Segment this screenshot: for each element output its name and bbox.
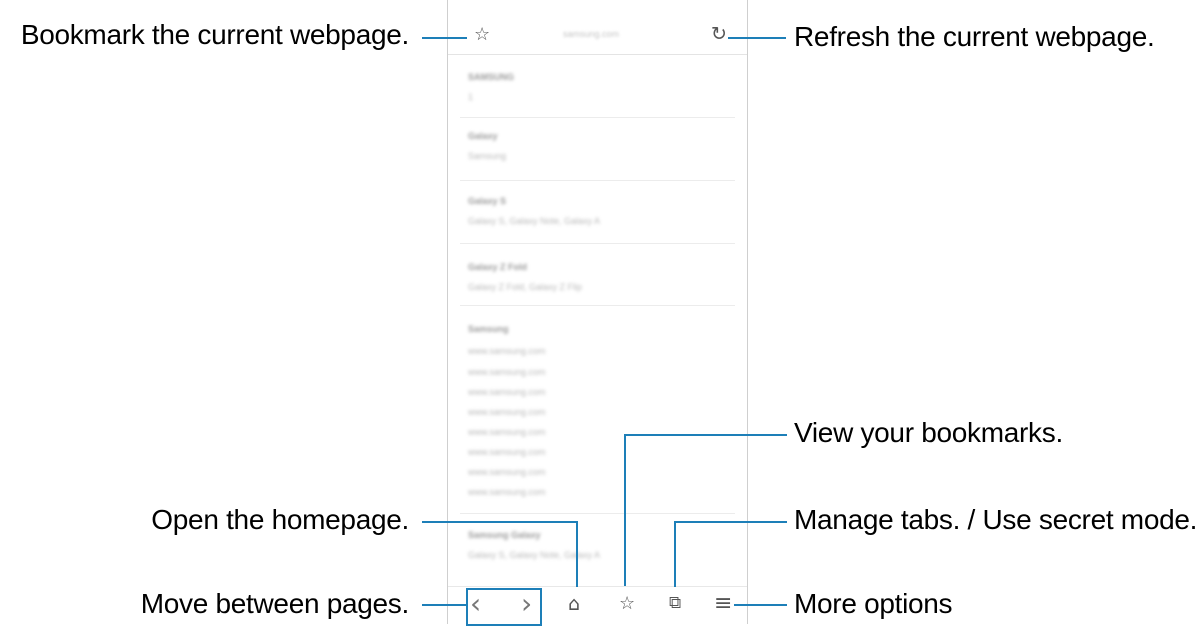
callout-line-homepage (422, 521, 577, 523)
section-line: Galaxy S, Galaxy Note, Galaxy A (468, 216, 601, 226)
section-line: www.samsung.com (468, 427, 546, 437)
browser-window: ☆ samsung.com ↻ SAMSUNG 1 Galaxy Samsung… (447, 0, 748, 625)
section-title: Galaxy S (468, 196, 507, 206)
callout-refresh: Refresh the current webpage. (794, 21, 1155, 52)
section-line: www.samsung.com (468, 447, 546, 457)
section-title: Samsung (468, 324, 509, 334)
divider (460, 117, 735, 118)
callout-line-move-pages (422, 604, 467, 606)
callout-view-bookmarks: View your bookmarks. (794, 417, 1063, 448)
callout-line-tabs (675, 521, 787, 523)
menu-icon[interactable]: ≡ (714, 593, 732, 615)
divider (460, 243, 735, 244)
divider (460, 305, 735, 306)
callout-line-more-options (734, 604, 787, 606)
refresh-icon[interactable]: ↻ (711, 25, 727, 44)
section-line: www.samsung.com (468, 346, 546, 356)
nav-arrows-highlight (466, 588, 542, 626)
section-line: www.samsung.com (468, 407, 546, 417)
url-text[interactable]: samsung.com (563, 29, 619, 39)
callout-line-view-bookmarks-vertical (624, 434, 626, 586)
callout-tabs: Manage tabs. / Use secret mode. (794, 504, 1198, 535)
callout-move-pages: Move between pages. (140, 588, 410, 619)
callout-line-bookmark (422, 37, 467, 39)
section-line: Galaxy S, Galaxy Note, Galaxy A (468, 550, 601, 560)
callout-bookmark: Bookmark the current webpage. (20, 19, 409, 50)
home-icon[interactable]: ⌂ (568, 595, 580, 614)
section-line: 1 (468, 92, 474, 102)
divider (460, 180, 735, 181)
address-bar: ☆ samsung.com ↻ (448, 0, 747, 55)
callout-line-tabs-vertical (674, 521, 676, 587)
section-line: www.samsung.com (468, 487, 546, 497)
divider (460, 513, 735, 514)
section-title: Galaxy Z Fold (468, 262, 528, 272)
callout-more-options: More options (794, 588, 953, 619)
bookmarks-icon[interactable]: ☆ (619, 595, 635, 613)
callout-line-refresh (728, 37, 786, 39)
callout-line-homepage-vertical (576, 521, 578, 587)
section-line: Samsung (468, 151, 507, 161)
section-title: SAMSUNG (468, 72, 515, 82)
section-line: www.samsung.com (468, 367, 546, 377)
section-title: Samsung Galaxy (468, 530, 541, 540)
tabs-icon[interactable]: ⧉ (669, 595, 681, 612)
section-line: Galaxy Z Fold, Galaxy Z Flip (468, 282, 583, 292)
section-line: www.samsung.com (468, 467, 546, 477)
callout-homepage: Open the homepage. (151, 504, 409, 535)
section-line: www.samsung.com (468, 387, 546, 397)
callout-line-view-bookmarks (625, 434, 787, 436)
section-title: Galaxy (468, 131, 498, 141)
bookmark-add-icon[interactable]: ☆ (474, 26, 490, 44)
